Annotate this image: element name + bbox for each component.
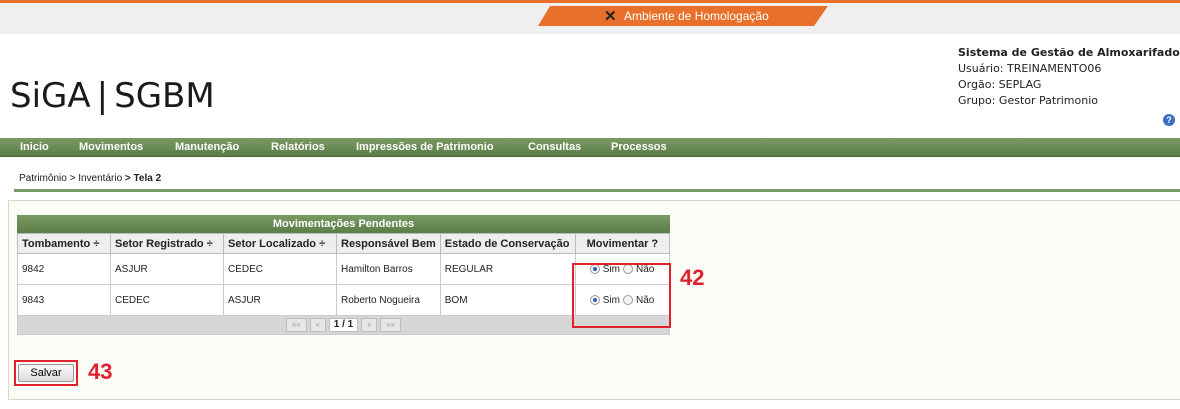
sort-icon: ÷ xyxy=(206,237,213,250)
main-nav: Inicio Movimentos Manutenção Relatórios … xyxy=(0,138,1180,157)
column-header-tombamento[interactable]: Tombamento ÷ xyxy=(17,233,111,254)
nav-item-inicio[interactable]: Inicio xyxy=(20,141,49,153)
column-header-setor-registrado[interactable]: Setor Registrado ÷ xyxy=(110,233,224,254)
breadcrumb: Patrimônio > Inventário > Tela 2 xyxy=(19,173,161,184)
annotation-number-43: 43 xyxy=(88,359,113,384)
environment-tab: ✕ Ambiente de Homologação xyxy=(538,6,828,26)
table-header-row: Tombamento ÷ Setor Registrado ÷ Setor Lo… xyxy=(17,233,671,254)
sort-icon: ÷ xyxy=(93,237,100,250)
logo-sgbm: SGBM xyxy=(114,76,215,116)
environment-bar: ✕ Ambiente de Homologação xyxy=(0,0,1180,34)
breadcrumb-patrimonio[interactable]: Patrimônio xyxy=(19,173,67,184)
cell-setor-registrado: CEDEC xyxy=(110,284,224,316)
wrench-icon: ✕ xyxy=(604,8,617,25)
logo-siga: SiGA xyxy=(10,76,91,116)
column-header-movimentar: Movimentar ? xyxy=(574,233,671,254)
nav-item-manutencao[interactable]: Manutenção xyxy=(175,141,239,153)
cell-responsavel: Roberto Nogueira xyxy=(336,284,441,316)
pager-current-page: 1 / 1 xyxy=(328,318,359,332)
org-info: Orgão: SEPLAG xyxy=(958,78,1042,91)
cell-estado: BOM xyxy=(439,284,576,316)
cell-estado: REGULAR xyxy=(439,253,576,285)
cell-tombamento: 9843 xyxy=(17,284,111,316)
cell-setor-localizado: ASJUR xyxy=(223,284,337,316)
breadcrumb-current: > Tela 2 xyxy=(124,173,162,184)
system-info: Sistema de Gestão de Almoxarifado Usuári… xyxy=(958,45,1180,109)
nav-item-processos[interactable]: Processos xyxy=(611,141,667,153)
annotation-number-42: 42 xyxy=(680,265,705,290)
sort-icon: ÷ xyxy=(319,237,326,250)
cell-responsavel: Hamilton Barros xyxy=(336,253,441,285)
breadcrumb-divider xyxy=(14,189,1180,192)
column-header-estado: Estado de Conservação xyxy=(439,233,576,254)
system-title: Sistema de Gestão de Almoxarifado xyxy=(958,46,1180,59)
help-icon[interactable]: ? xyxy=(1163,114,1175,126)
annotation-box-save xyxy=(14,360,78,386)
annotation-box-radios xyxy=(572,263,671,328)
logo-separator: | xyxy=(96,76,109,116)
pager-prev-button[interactable]: « xyxy=(309,318,326,332)
pager-next-button[interactable]: » xyxy=(361,318,378,332)
user-info: Usuário: TREINAMENTO06 xyxy=(958,62,1102,75)
column-header-responsavel: Responsável Bem xyxy=(336,233,441,254)
app-logo: SiGA | SGBM xyxy=(10,76,215,116)
pager-first-button[interactable]: «« xyxy=(285,318,307,332)
pager-last-button[interactable]: »» xyxy=(380,318,402,332)
nav-item-movimentos[interactable]: Movimentos xyxy=(79,141,143,153)
nav-item-consultas[interactable]: Consultas xyxy=(528,141,581,153)
cell-tombamento: 9842 xyxy=(17,253,111,285)
environment-label: Ambiente de Homologação xyxy=(624,9,769,23)
nav-item-relatorios[interactable]: Relatórios xyxy=(271,141,325,153)
column-header-setor-localizado[interactable]: Setor Localizado ÷ xyxy=(223,233,337,254)
cell-setor-localizado: CEDEC xyxy=(223,253,337,285)
table-title: Movimentações Pendentes xyxy=(17,215,670,233)
nav-item-impressoes[interactable]: Impressões de Patrimonio xyxy=(356,141,494,153)
cell-setor-registrado: ASJUR xyxy=(110,253,224,285)
breadcrumb-inventario[interactable]: > Inventário xyxy=(70,173,123,184)
group-info: Grupo: Gestor Patrimonio xyxy=(958,94,1098,107)
